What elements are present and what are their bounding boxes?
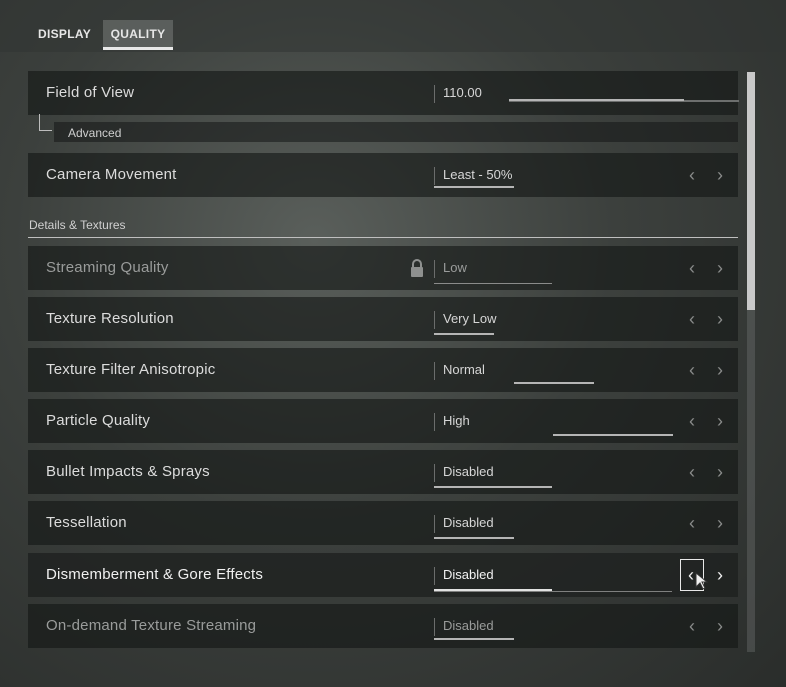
setting-label: Dismemberment & Gore Effects <box>46 566 264 583</box>
option-indicator <box>434 638 514 640</box>
option-indicator <box>434 486 552 488</box>
setting-label: Texture Filter Anisotropic <box>46 361 216 378</box>
slider-fill <box>509 99 684 101</box>
setting-label: Particle Quality <box>46 412 151 429</box>
divider <box>434 85 435 103</box>
option-indicator <box>434 537 514 539</box>
chevron-left-icon[interactable]: ‹ <box>682 257 702 279</box>
scrollbar-thumb[interactable] <box>747 72 755 310</box>
section-divider <box>28 237 738 238</box>
setting-label: Streaming Quality <box>46 259 169 276</box>
divider <box>434 618 435 636</box>
chevron-right-icon[interactable]: › <box>710 512 730 534</box>
active-tab-underline <box>103 47 173 50</box>
option-indicator <box>434 283 552 284</box>
setting-row-field-of-view[interactable]: Field of View 110.00 <box>28 71 739 115</box>
divider <box>434 464 435 482</box>
chevron-right-icon[interactable]: › <box>710 615 730 637</box>
setting-label: Field of View <box>46 84 135 101</box>
chevron-right-icon[interactable]: › <box>710 308 730 330</box>
chevron-right-icon[interactable]: › <box>710 564 730 586</box>
lock-icon <box>411 259 423 277</box>
chevron-right-icon[interactable]: › <box>710 461 730 483</box>
section-title: Details & Textures <box>29 218 126 232</box>
chevron-right-icon[interactable]: › <box>710 257 730 279</box>
chevron-right-icon[interactable]: › <box>710 410 730 432</box>
setting-row-particle-quality[interactable]: Particle Quality High ‹ › <box>28 399 738 443</box>
tab-quality[interactable]: QUALITY <box>103 20 173 50</box>
chevron-left-icon[interactable]: ‹ <box>682 308 702 330</box>
setting-value: Normal <box>443 362 485 377</box>
setting-label: On-demand Texture Streaming <box>46 617 257 634</box>
divider <box>434 167 435 185</box>
chevron-left-icon[interactable]: ‹ <box>682 410 702 432</box>
mouse-cursor-icon <box>695 571 709 590</box>
setting-row-on-demand-texture-streaming[interactable]: On-demand Texture Streaming Disabled ‹ › <box>28 604 738 648</box>
chevron-left-icon[interactable]: ‹ <box>682 512 702 534</box>
setting-row-tessellation[interactable]: Tessellation Disabled ‹ › <box>28 501 738 545</box>
setting-label: Bullet Impacts & Sprays <box>46 463 210 480</box>
setting-row-texture-resolution[interactable]: Texture Resolution Very Low ‹ › <box>28 297 738 341</box>
chevron-right-icon[interactable]: › <box>710 359 730 381</box>
option-indicator <box>434 589 552 591</box>
tab-bar: DISPLAY QUALITY <box>0 0 786 52</box>
chevron-left-icon[interactable]: ‹ <box>682 164 702 186</box>
divider <box>434 311 435 329</box>
setting-row-dismemberment-gore-effects[interactable]: Dismemberment & Gore Effects Disabled ‹ … <box>28 553 738 597</box>
divider <box>434 413 435 431</box>
chevron-left-icon[interactable]: ‹ <box>682 615 702 637</box>
divider <box>434 260 435 278</box>
option-indicator <box>434 333 494 335</box>
divider <box>434 567 435 585</box>
setting-label: Texture Resolution <box>46 310 174 327</box>
option-indicator <box>514 382 594 384</box>
scrollbar[interactable] <box>747 72 755 652</box>
setting-value: High <box>443 413 470 428</box>
setting-value: Disabled <box>443 618 494 633</box>
advanced-bracket <box>39 114 52 131</box>
tab-quality-label: QUALITY <box>110 27 166 41</box>
setting-label: Tessellation <box>46 514 127 531</box>
advanced-label: Advanced <box>68 126 122 140</box>
advanced-row[interactable] <box>54 122 738 142</box>
divider <box>434 515 435 533</box>
setting-label: Camera Movement <box>46 166 177 183</box>
setting-value: Least - 50% <box>443 167 513 182</box>
setting-row-streaming-quality[interactable]: Streaming Quality Low ‹ › <box>28 246 738 290</box>
option-indicator <box>553 434 673 436</box>
option-indicator <box>434 186 514 188</box>
setting-value: 110.00 <box>443 85 482 100</box>
chevron-left-icon[interactable]: ‹ <box>682 461 702 483</box>
setting-row-texture-filter-anisotropic[interactable]: Texture Filter Anisotropic Normal ‹ › <box>28 348 738 392</box>
setting-row-camera-movement[interactable]: Camera Movement Least - 50% ‹ › <box>28 153 738 197</box>
option-track <box>434 591 672 592</box>
divider <box>434 362 435 380</box>
chevron-right-icon[interactable]: › <box>710 164 730 186</box>
tab-display[interactable]: DISPLAY <box>38 20 91 48</box>
settings-panel: Field of View 110.00 Advanced Camera Mov… <box>28 66 740 651</box>
setting-row-bullet-impacts-sprays[interactable]: Bullet Impacts & Sprays Disabled ‹ › <box>28 450 738 494</box>
chevron-left-icon[interactable]: ‹ <box>682 359 702 381</box>
